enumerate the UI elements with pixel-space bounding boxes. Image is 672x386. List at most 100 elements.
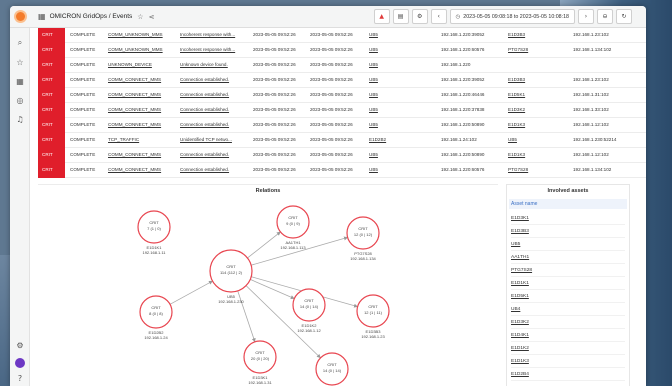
table-row[interactable]: CRIT COMPLETE COMM_UNKNOWN_MMS Incoherent r… [38,43,646,58]
device-link[interactable]: UB5 [369,88,399,103]
ied-link[interactable]: PTG7S28 [508,43,570,58]
ied-link[interactable]: E1D3K2 [508,103,570,118]
event-type-link[interactable]: COMM_CONNECT_MMS [108,73,180,88]
asset-list-item[interactable]: E1D2B4 [511,369,625,381]
relation-node[interactable]: CRIT114 (112 | 2)UB5192.168.1.230 [209,249,253,304]
avatar[interactable] [15,358,25,368]
ied-link[interactable]: E1D3B3 [508,73,570,88]
relation-node[interactable]: CRIT20 (0 | 20)E1D3K1192.168.1.31 [243,340,277,385]
message-link[interactable]: Connection established. [180,163,252,178]
event-type-link[interactable]: COMM_UNKNOWN_MMS [108,43,180,58]
app-logo[interactable] [10,6,30,28]
events-table: CRIT COMPLETE COMM_UNKNOWN_MMS Incoherent r… [38,28,646,180]
device-link[interactable]: UB5 [369,148,399,163]
start-time-cell: 2023-05-05 09:52:26 [253,152,296,157]
alerting-icon[interactable]: ♫ [13,112,27,126]
star-icon[interactable]: ☆ [137,13,143,21]
device-link[interactable]: UB5 [369,58,399,73]
search-icon[interactable]: ⌕ [13,36,27,50]
status-cell: COMPLETE [70,92,96,97]
ied-link[interactable]: UB5 [508,133,570,148]
asset-name-column-header[interactable]: Asset name [509,199,627,209]
asset-list-item[interactable]: UB5 [511,239,625,251]
asset-list-item[interactable]: UB4 [511,304,625,316]
asset-list-item[interactable]: E1D1K2 [511,343,625,355]
ied-link[interactable]: E1D3B3 [508,28,570,43]
time-shift-back-button[interactable]: ‹ [430,9,447,24]
table-row[interactable]: CRIT COMPLETE COMM_CONNECT_MMS Connection e… [38,88,646,103]
asset-list-item[interactable]: AA1TH1 [511,252,625,264]
time-range-picker[interactable]: ◷ 2023-05-05 09:08:18 to 2023-05-05 10:0… [449,9,575,24]
table-row[interactable]: CRIT COMPLETE TCP_TRAFFIC Unidentified TCP … [38,133,646,148]
ied-link[interactable]: PTG7S28 [508,163,570,178]
asset-list-item[interactable]: E1D3K1 [511,213,625,225]
add-panel-chart-button[interactable]: ▲ [373,9,390,24]
assets-title: Involved assets [547,188,589,194]
share-icon[interactable]: ⋖ [149,13,155,21]
event-type-link[interactable]: COMM_CONNECT_MMS [108,88,180,103]
event-type-link[interactable]: COMM_UNKNOWN_MMS [108,28,180,43]
zoom-out-button[interactable]: ⊖ [597,9,613,24]
event-type-link[interactable]: COMM_CONNECT_MMS [108,148,180,163]
message-link[interactable]: Unknown device found. [180,58,252,73]
asset-list-item[interactable]: E1D1K3 [511,356,625,368]
device-link[interactable]: UB5 [369,43,399,58]
relations-graph[interactable]: CRIT7 (1 | 0)E1D1K1192.168.1.11 CRIT9 (0 … [38,185,498,386]
message-link[interactable]: Connection established. [180,118,252,133]
message-link[interactable]: Connection established. [180,73,252,88]
message-link[interactable]: Connection established. [180,148,252,163]
ied-link[interactable]: E1D1K3 [508,118,570,133]
device-link[interactable]: UB5 [369,118,399,133]
relation-node[interactable]: CRIT8 (0 | 8)E1D2B2192.168.1.24 [139,295,173,340]
relation-node[interactable]: CRIT9 (0 | 9)AA1TH1192.168.1.113 [276,205,310,250]
table-row[interactable]: CRIT COMPLETE COMM_CONNECT_MMS Connection e… [38,163,646,178]
status-cell: COMPLETE [70,32,96,37]
table-row[interactable]: CRIT COMPLETE COMM_CONNECT_MMS Connection e… [38,73,646,88]
table-row[interactable]: CRIT COMPLETE COMM_CONNECT_MMS Connection e… [38,148,646,163]
event-type-link[interactable]: UNKNOWN_DEVICE [108,58,180,73]
device-link[interactable]: UB5 [369,73,399,88]
device-link[interactable]: UB5 [369,28,399,43]
ied-link[interactable]: E1D1K3 [508,148,570,163]
relation-node[interactable]: CRIT14 (0 | 14)E1D1K2192.168.1.12 [292,288,326,333]
save-dashboard-button[interactable]: ▤ [392,9,409,24]
event-type-link[interactable]: COMM_CONNECT_MMS [108,103,180,118]
message-link[interactable]: Incoherent response with... [180,28,252,43]
asset-list-item[interactable]: E1D5K1 [511,291,625,303]
asset-list-item[interactable]: E1D3K2 [511,317,625,329]
relation-node[interactable]: CRIT14 (0 | 14)E1D3K2192.168.1.33 [315,352,349,386]
event-type-link[interactable]: COMM_CONNECT_MMS [108,118,180,133]
table-row[interactable]: CRIT COMPLETE UNKNOWN_DEVICE Unknown device… [38,58,646,73]
refresh-button[interactable]: ↻ [616,9,632,24]
relation-node[interactable]: CRIT7 (1 | 0)E1D1K1192.168.1.11 [137,210,171,255]
message-link[interactable]: Incoherent response with... [180,43,252,58]
ied-link[interactable]: E1D5K1 [508,88,570,103]
settings-button[interactable]: ⚙ [411,9,428,24]
event-type-link[interactable]: TCP_TRAFFIC [108,133,180,148]
message-link[interactable]: Connection established. [180,88,252,103]
message-link[interactable]: Unidentified TCP netwo... [180,133,252,148]
message-link[interactable]: Connection established. [180,103,252,118]
table-row[interactable]: CRIT COMPLETE COMM_UNKNOWN_MMS Incoherent r… [38,28,646,43]
asset-list-item[interactable]: E1D4K1 [511,330,625,342]
explore-icon[interactable]: ◎ [13,93,27,107]
device-link[interactable]: UB5 [369,163,399,178]
relation-node[interactable]: CRIT12 (0 | 12)PTG7S28192.168.1.134 [346,216,380,261]
breadcrumb[interactable]: OMICRON GridOps / Events [50,13,133,20]
asset-list-item[interactable]: PTG7S28 [511,265,625,277]
start-time-cell: 2023-05-05 09:52:26 [253,167,296,172]
asset-list-item[interactable]: E1D1K1 [511,278,625,290]
star-icon[interactable]: ☆ [13,55,27,69]
device-link[interactable]: UB5 [369,103,399,118]
dashboards-icon[interactable]: ▦ [13,74,27,88]
relation-node[interactable]: CRIT12 (1 | 11)E1D3B3192.168.1.23 [356,294,390,339]
settings-icon[interactable]: ⚙ [13,338,27,352]
ied-link[interactable] [508,58,570,73]
event-type-link[interactable]: COMM_CONNECT_MMS [108,163,180,178]
help-icon[interactable]: ? [13,371,27,385]
table-row[interactable]: CRIT COMPLETE COMM_CONNECT_MMS Connection e… [38,118,646,133]
time-shift-forward-button[interactable]: › [578,9,594,24]
asset-list-item[interactable]: E1D3B3 [511,226,625,238]
device-link[interactable]: E1D2B2 [369,133,399,148]
table-row[interactable]: CRIT COMPLETE COMM_CONNECT_MMS Connection e… [38,103,646,118]
